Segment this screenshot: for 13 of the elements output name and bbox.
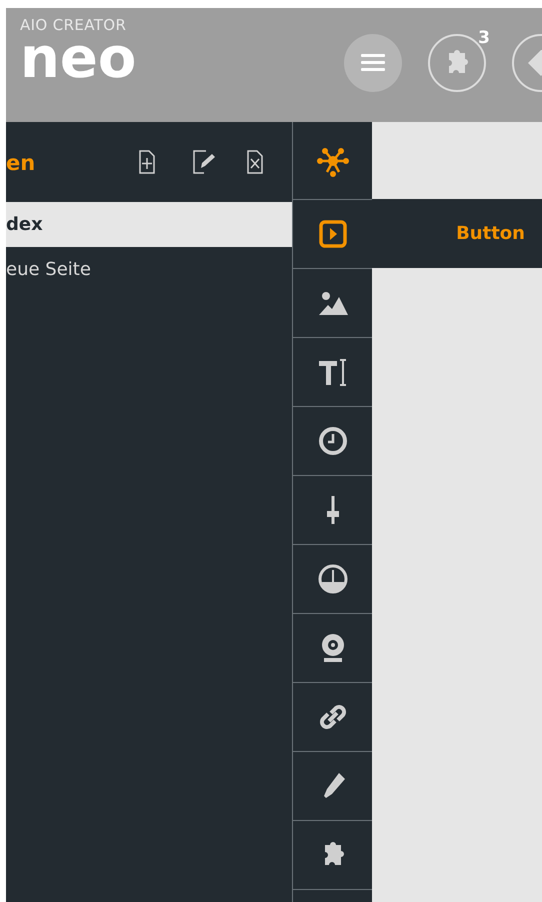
page-list-item[interactable]: eue Seite <box>6 247 292 292</box>
panel-title: en <box>6 150 36 178</box>
edit-page-button[interactable] <box>192 150 216 174</box>
play-button-icon <box>316 218 348 250</box>
page-list-item[interactable]: dex <box>6 202 292 247</box>
tool-flyout-label: Button <box>372 199 542 268</box>
gauge-icon <box>316 563 348 595</box>
menu-icon <box>361 53 385 73</box>
clock-icon <box>316 425 348 457</box>
text-cursor-icon <box>316 356 348 388</box>
edit-page-icon <box>192 150 216 174</box>
logo-caption: AIO CREATOR <box>20 18 128 33</box>
logo-wordmark: neo <box>20 31 136 87</box>
